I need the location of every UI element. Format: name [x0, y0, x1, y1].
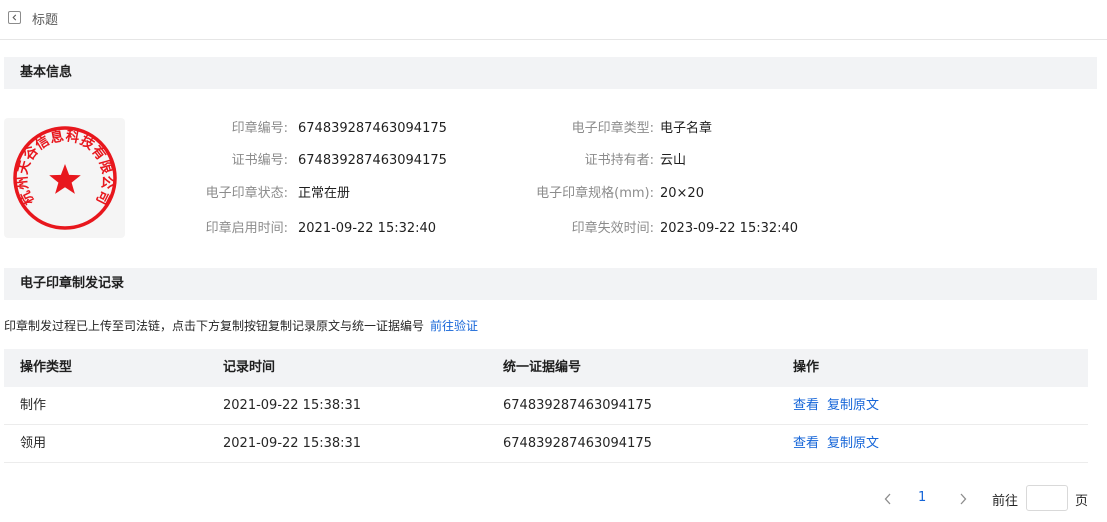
row-actions: 查看 复制原文 [793, 387, 887, 425]
copy-original-link[interactable]: 复制原文 [827, 398, 879, 413]
seal-status-value: 正常在册 [298, 186, 351, 201]
records-table: 操作类型 记录时间 统一证据编号 操作 制作 2021-09-22 15:38:… [4, 349, 1088, 463]
chevron-left-icon [12, 14, 17, 21]
seal-spec-value: 20×20 [660, 186, 704, 201]
page-title: 标题 [32, 13, 59, 28]
view-link[interactable]: 查看 [793, 436, 819, 451]
prev-page-button[interactable] [880, 487, 896, 511]
records-header: 电子印章制发记录 [4, 268, 1097, 300]
seal-spec-label: 电子印章规格(mm): [536, 186, 654, 201]
seal-start-time-label: 印章启用时间: [205, 221, 288, 236]
row-evidence-id: 674839287463094175 [503, 436, 652, 451]
row-evidence-id: 674839287463094175 [503, 398, 652, 413]
seal-type-label: 电子印章类型: [571, 121, 654, 136]
table-row: 制作 2021-09-22 15:38:31 67483928746309417… [4, 387, 1088, 425]
upload-notice: 印章制发过程已上传至司法链，点击下方复制按钮复制记录原文与统一证据编号 前往验证 [4, 317, 478, 334]
row-time: 2021-09-22 15:38:31 [223, 436, 362, 451]
col-header-action: 操作 [793, 360, 820, 375]
seal-number-value: 674839287463094175 [298, 121, 447, 136]
cert-number-value: 674839287463094175 [298, 153, 447, 168]
cert-holder-value: 云山 [660, 153, 687, 168]
col-header-evidence: 统一证据编号 [503, 360, 582, 375]
copy-original-link[interactable]: 复制原文 [827, 436, 879, 451]
cert-number-label: 证书编号: [231, 153, 288, 168]
seal-status-label: 电子印章状态: [205, 186, 288, 201]
table-row: 领用 2021-09-22 15:38:31 67483928746309417… [4, 425, 1088, 463]
col-header-type: 操作类型 [20, 360, 73, 375]
next-page-button[interactable] [955, 487, 971, 511]
view-link[interactable]: 查看 [793, 398, 819, 413]
verify-link[interactable]: 前往验证 [430, 319, 478, 333]
seal-type-value: 电子名章 [660, 121, 713, 136]
cert-holder-label: 证书持有者: [584, 153, 654, 168]
row-type: 制作 [20, 398, 47, 413]
seal-expire-time-label: 印章失效时间: [571, 221, 654, 236]
seal-image: 杭州天谷信息科技有限公司 [4, 118, 125, 238]
table-header: 操作类型 记录时间 统一证据编号 操作 [4, 349, 1088, 387]
goto-label: 前往 [992, 494, 1019, 509]
goto-page-input[interactable] [1026, 485, 1068, 511]
star-icon [48, 164, 81, 194]
basic-info-header: 基本信息 [4, 57, 1097, 89]
company-seal-icon: 杭州天谷信息科技有限公司 [12, 126, 117, 230]
top-bar: 标题 [0, 0, 1107, 40]
chevron-left-icon [884, 493, 891, 505]
chevron-right-icon [960, 493, 967, 505]
seal-number-label: 印章编号: [231, 121, 288, 136]
notice-text: 印章制发过程已上传至司法链，点击下方复制按钮复制记录原文与统一证据编号 [4, 319, 425, 333]
back-button[interactable] [8, 11, 21, 24]
seal-start-time-value: 2021-09-22 15:32:40 [298, 221, 437, 236]
seal-expire-time-value: 2023-09-22 15:32:40 [660, 221, 799, 236]
row-type: 领用 [20, 436, 47, 451]
page-number-current[interactable]: 1 [918, 490, 926, 505]
page-suffix: 页 [1075, 494, 1089, 509]
col-header-time: 记录时间 [223, 360, 276, 375]
row-actions: 查看 复制原文 [793, 425, 887, 463]
row-time: 2021-09-22 15:38:31 [223, 398, 362, 413]
